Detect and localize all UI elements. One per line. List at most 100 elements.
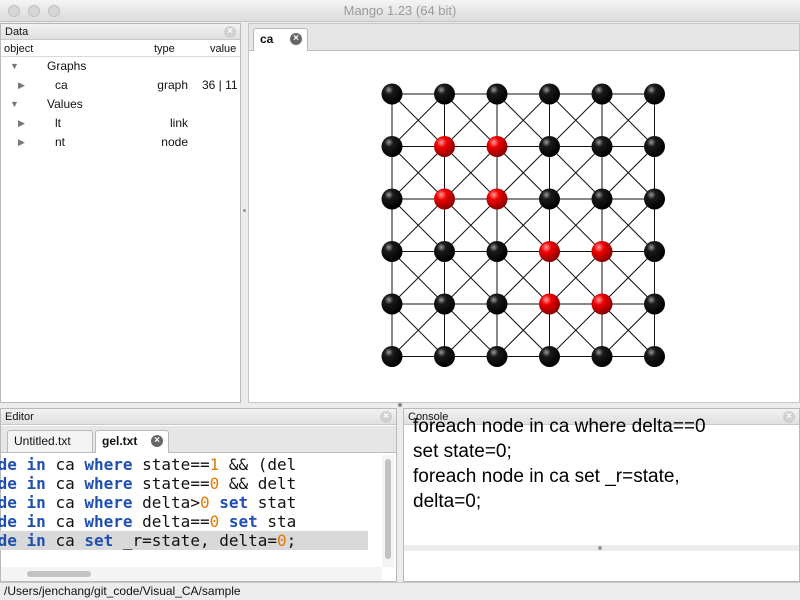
tree-row[interactable]: ▼ Values	[1, 95, 240, 114]
close-icon[interactable]: ×	[224, 26, 236, 38]
graph-node-active[interactable]	[539, 241, 560, 262]
tab-gel[interactable]: gel.txt ×	[95, 430, 169, 453]
console-input[interactable]	[404, 551, 799, 581]
console-line: foreach node in ca where delta==0	[413, 416, 706, 437]
graph-node[interactable]	[434, 293, 455, 315]
disclosure-expanded-icon[interactable]: ▼	[10, 95, 19, 114]
code-keyword: where	[84, 512, 133, 531]
disclosure-collapsed-icon[interactable]: ▶	[18, 76, 25, 95]
disclosure-collapsed-icon[interactable]: ▶	[18, 114, 25, 133]
graph-node-active[interactable]	[486, 136, 508, 157]
graph-node[interactable]	[644, 293, 665, 315]
graph-node-active[interactable]	[591, 241, 613, 262]
disclosure-collapsed-icon[interactable]: ▶	[18, 133, 25, 152]
graph-node[interactable]	[539, 346, 560, 367]
data-panel: Data × object type value ▼ Graphs ▶ ca graph…	[0, 23, 241, 403]
column-value[interactable]: value	[210, 41, 236, 57]
horizontal-splitter-handle-icon[interactable]	[398, 403, 402, 407]
console-line: delta=0;	[413, 491, 482, 512]
column-type[interactable]: type	[154, 41, 175, 57]
window-title: Mango 1.23 (64 bit)	[343, 3, 457, 18]
editor-horizontal-scrollbar[interactable]	[1, 567, 382, 581]
code-text: && delt	[219, 474, 297, 493]
graph-node[interactable]	[591, 136, 613, 157]
code-line[interactable]: ode in ca where delta>0 set stat	[0, 493, 368, 512]
graph-node[interactable]	[644, 346, 665, 367]
graph-node[interactable]	[486, 346, 508, 367]
code-line[interactable]: ode in ca where delta==0 set sta	[0, 512, 368, 531]
code-keyword: ode	[0, 474, 17, 493]
close-tab-icon[interactable]: ×	[290, 33, 302, 45]
code-number: 0	[199, 493, 210, 512]
editor-horizontal-thumb[interactable]	[27, 571, 91, 577]
tab-untitled[interactable]: Untitled.txt	[7, 430, 93, 452]
tree-value: 36 | 11	[202, 78, 238, 92]
graph-node-active[interactable]	[539, 293, 560, 315]
window-titlebar: Mango 1.23 (64 bit)	[0, 0, 800, 22]
graph-node[interactable]	[591, 346, 613, 367]
graph-node[interactable]	[591, 83, 613, 105]
graph-node[interactable]	[381, 346, 403, 367]
graph-node[interactable]	[434, 346, 455, 367]
tab-ca[interactable]: ca ×	[253, 28, 308, 51]
editor-vertical-scrollbar[interactable]	[382, 455, 394, 567]
tree-row[interactable]: ▶ lt link	[1, 114, 240, 133]
graph-node[interactable]	[381, 136, 403, 157]
close-icon[interactable]: ×	[380, 411, 392, 423]
graph-node[interactable]	[381, 241, 403, 262]
graph-node[interactable]	[644, 83, 665, 105]
code-editor[interactable]: ode in ca where state==1 && (delode in c…	[0, 455, 368, 567]
graph-node[interactable]	[381, 188, 403, 210]
tree-type: graph	[157, 78, 188, 92]
graph-node[interactable]	[486, 293, 508, 315]
graph-node[interactable]	[486, 241, 508, 262]
graph-node[interactable]	[591, 188, 613, 210]
close-tab-icon[interactable]: ×	[151, 435, 163, 447]
graph-node-active[interactable]	[591, 293, 613, 315]
graph-node-active[interactable]	[486, 188, 508, 210]
graph-node-active[interactable]	[434, 188, 455, 210]
splitter-handle-icon	[598, 546, 602, 550]
tree-type: node	[161, 135, 188, 149]
code-text: state==	[132, 474, 210, 493]
graph-node[interactable]	[644, 136, 665, 157]
graph-node[interactable]	[381, 83, 403, 105]
graph-node[interactable]	[434, 241, 455, 262]
editor-panel: Editor × Untitled.txt gel.txt × ode in c…	[0, 408, 397, 582]
code-text: delta>	[132, 493, 200, 512]
graph-node[interactable]	[381, 293, 403, 315]
tree-row[interactable]: ▶ ca graph 36 | 11	[1, 76, 240, 95]
graph-node[interactable]	[539, 188, 560, 210]
code-text: ;	[286, 531, 297, 550]
graph-node[interactable]	[434, 83, 455, 105]
code-line[interactable]: ode in ca where state==0 && delt	[0, 474, 368, 493]
column-object[interactable]: object	[4, 41, 33, 57]
code-keyword: in	[26, 512, 46, 531]
code-text: _r=state, delta=	[113, 531, 278, 550]
graph-node[interactable]	[644, 188, 665, 210]
tree-row[interactable]: ▶ nt node	[1, 133, 240, 152]
graph-canvas[interactable]	[249, 52, 799, 402]
graph-node[interactable]	[539, 136, 560, 157]
code-line[interactable]: ode in ca where state==1 && (del	[0, 455, 368, 474]
tree-row[interactable]: ▼ Graphs	[1, 57, 240, 76]
code-text: ca	[45, 455, 85, 474]
graph-node[interactable]	[539, 83, 560, 105]
disclosure-expanded-icon[interactable]: ▼	[10, 57, 19, 76]
graph-panel: ca ×	[248, 23, 800, 403]
editor-vertical-thumb[interactable]	[385, 459, 391, 559]
vertical-splitter[interactable]	[241, 23, 248, 403]
data-panel-title: Data	[5, 26, 29, 38]
code-line[interactable]: ode in ca set _r=state, delta=0;	[0, 531, 368, 550]
tree-label: nt	[55, 135, 66, 149]
data-tree: ▼ Graphs ▶ ca graph 36 | 11 ▼ Values ▶ lt link ▶ nt n…	[1, 57, 240, 152]
code-text: stat	[248, 493, 297, 512]
code-keyword: where	[84, 455, 133, 474]
code-keyword: ode	[0, 531, 17, 550]
graph-node[interactable]	[486, 83, 508, 105]
tree-label: lt	[55, 116, 61, 130]
tree-label: Graphs	[47, 59, 87, 73]
graph-node[interactable]	[644, 241, 665, 262]
graph-node-active[interactable]	[434, 136, 455, 157]
